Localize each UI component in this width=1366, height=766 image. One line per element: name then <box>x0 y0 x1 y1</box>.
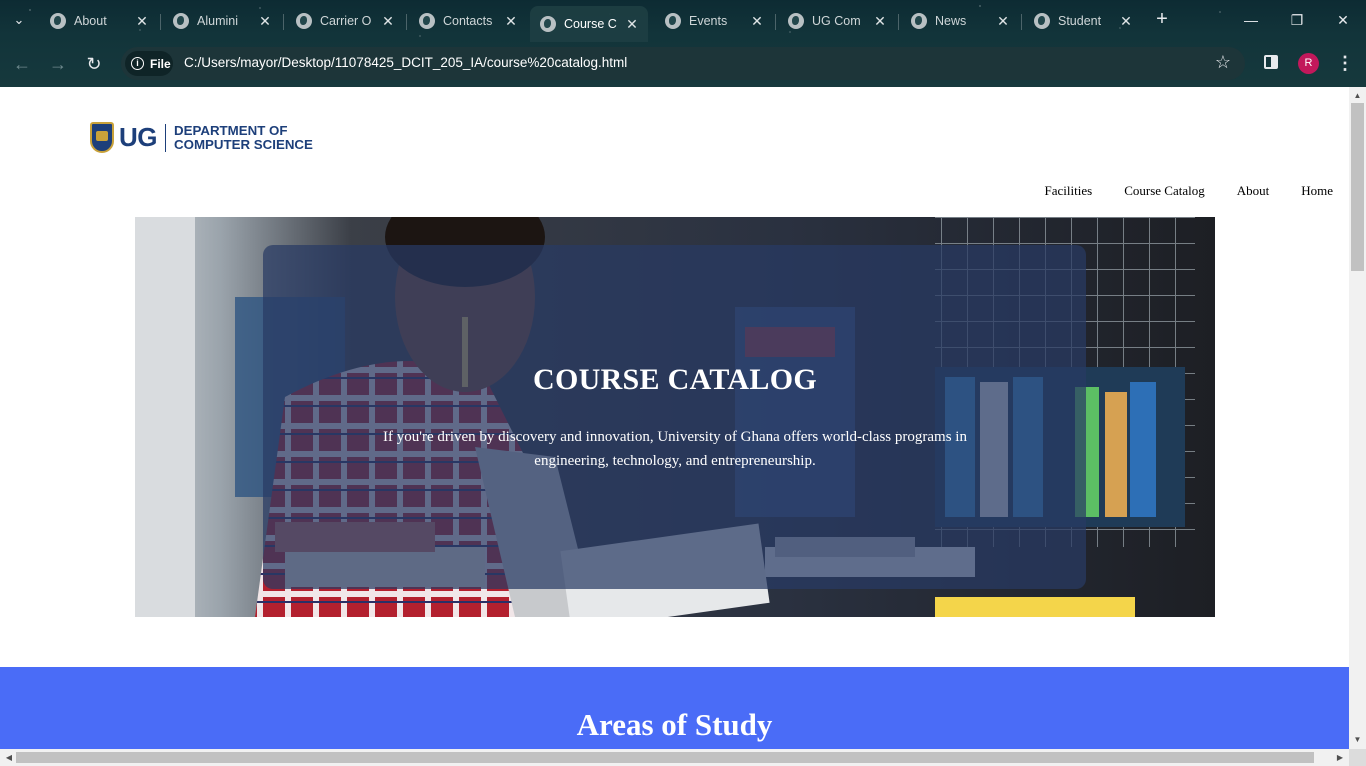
restore-icon: ❐ <box>1290 12 1304 28</box>
main-nav: Facilities Course Catalog About Home <box>1045 183 1333 199</box>
areas-of-study-heading: Areas of Study <box>576 707 773 742</box>
scroll-up-arrow-icon[interactable]: ▲ <box>1349 89 1366 103</box>
vertical-scrollbar[interactable]: ▲ ▼ <box>1349 87 1366 749</box>
tab-title: Events <box>689 14 728 28</box>
tab-title: Student <box>1058 14 1102 28</box>
tab-separator <box>283 14 284 30</box>
tab-news[interactable]: News ✕ <box>901 6 1019 36</box>
kebab-menu-icon[interactable]: ⋮ <box>1336 50 1354 76</box>
tab-title: Contacts <box>443 14 493 28</box>
nav-link-facilities[interactable]: Facilities <box>1045 183 1093 199</box>
horizontal-scrollbar[interactable]: ◀ ▶ <box>0 749 1349 766</box>
logo-line-2: COMPUTER SCIENCE <box>174 136 313 152</box>
close-icon[interactable]: ✕ <box>503 13 519 30</box>
close-icon[interactable]: ✕ <box>995 13 1011 30</box>
address-bar[interactable]: i File C:/Users/mayor/Desktop/11078425_D… <box>121 47 1245 80</box>
site-chip-label: File <box>150 56 171 71</box>
tab-separator <box>1021 14 1022 30</box>
hero-overlay-box <box>263 245 1086 589</box>
globe-icon <box>788 13 804 29</box>
areas-of-study-section: Areas of Study <box>0 667 1349 749</box>
tab-events[interactable]: Events ✕ <box>655 6 773 36</box>
scroll-right-arrow-icon[interactable]: ▶ <box>1333 749 1347 766</box>
tab-title: News <box>935 14 967 28</box>
university-crest-icon <box>90 122 114 153</box>
close-window-button[interactable]: ✕ <box>1328 8 1358 32</box>
close-icon[interactable]: ✕ <box>624 16 640 33</box>
tab-carrier[interactable]: Carrier O ✕ <box>286 6 404 36</box>
logo-department-name: DEPARTMENT OF COMPUTER SCIENCE <box>174 122 313 152</box>
tab-separator <box>160 14 161 30</box>
minimize-button[interactable]: — <box>1236 8 1266 32</box>
forward-button[interactable]: → <box>44 50 72 78</box>
avatar[interactable]: R <box>1298 53 1319 74</box>
arrow-left-icon: ← <box>13 54 31 74</box>
arrow-right-icon: → <box>49 54 67 74</box>
vertical-scroll-thumb[interactable] <box>1351 103 1364 271</box>
tab-separator <box>775 14 776 30</box>
close-icon[interactable]: ✕ <box>872 13 888 30</box>
tab-title: Carrier O <box>320 14 372 28</box>
restore-button[interactable]: ❐ <box>1282 8 1312 32</box>
tab-separator <box>898 14 899 30</box>
star-icon[interactable]: ☆ <box>1215 52 1231 73</box>
scrollbar-corner <box>1349 749 1366 766</box>
close-icon[interactable]: ✕ <box>1118 13 1134 30</box>
tab-title: About <box>74 14 107 28</box>
browser-chrome: ⌄ About ✕ Alumini ✕ Carrier O ✕ Contacts… <box>0 0 1366 87</box>
new-tab-button[interactable]: + <box>1150 8 1174 32</box>
tab-ug-com[interactable]: UG Com ✕ <box>778 6 896 36</box>
reload-button[interactable]: ↻ <box>80 50 108 78</box>
tab-alumini[interactable]: Alumini ✕ <box>163 6 281 36</box>
url-text[interactable]: C:/Users/mayor/Desktop/11078425_DCIT_205… <box>184 55 627 70</box>
logo-abbr: UG <box>119 122 158 152</box>
minimize-icon: — <box>1244 12 1258 28</box>
back-button[interactable]: ← <box>8 50 36 78</box>
tab-student[interactable]: Student ✕ <box>1024 6 1142 36</box>
globe-icon <box>296 13 312 29</box>
chevron-down-icon: ⌄ <box>13 12 25 27</box>
scroll-left-arrow-icon[interactable]: ◀ <box>2 749 16 766</box>
tab-search-button[interactable]: ⌄ <box>6 8 32 32</box>
logo-line-1: DEPARTMENT OF <box>174 122 288 138</box>
tab-strip: ⌄ About ✕ Alumini ✕ Carrier O ✕ Contacts… <box>0 0 1366 42</box>
globe-icon <box>173 13 189 29</box>
department-logo[interactable]: UG DEPARTMENT OF COMPUTER SCIENCE <box>90 122 313 153</box>
reload-icon: ↻ <box>86 54 102 74</box>
hero-description: If you're driven by discovery and innova… <box>383 429 967 469</box>
close-icon[interactable]: ✕ <box>749 13 765 30</box>
tab-course-catalog[interactable]: Course C ✕ <box>530 6 648 42</box>
page-viewport: UG DEPARTMENT OF COMPUTER SCIENCE Facili… <box>0 87 1349 749</box>
tab-title: Course C <box>564 17 617 31</box>
tab-separator <box>406 14 407 30</box>
browser-toolbar: ← → ↻ i File C:/Users/mayor/Desktop/1107… <box>0 42 1366 87</box>
nav-link-course-catalog[interactable]: Course Catalog <box>1124 183 1205 199</box>
close-icon[interactable]: ✕ <box>134 13 150 30</box>
globe-icon <box>419 13 435 29</box>
tab-title: Alumini <box>197 14 238 28</box>
tab-about[interactable]: About ✕ <box>40 6 158 36</box>
nav-link-about[interactable]: About <box>1237 183 1270 199</box>
scroll-down-arrow-icon[interactable]: ▼ <box>1349 733 1366 747</box>
page-title: COURSE CATALOG <box>533 363 817 396</box>
hero-banner: COURSE CATALOG If you're driven by disco… <box>135 217 1215 617</box>
globe-icon <box>540 16 556 32</box>
close-icon: ✕ <box>1337 12 1349 28</box>
globe-icon <box>1034 13 1050 29</box>
plus-icon: + <box>1156 8 1168 30</box>
tab-contacts[interactable]: Contacts ✕ <box>409 6 527 36</box>
tab-title: UG Com <box>812 14 861 28</box>
info-icon: i <box>131 57 144 70</box>
horizontal-scroll-thumb[interactable] <box>16 752 1314 763</box>
site-info-chip[interactable]: i File <box>125 51 173 76</box>
logo-divider <box>165 123 166 152</box>
nav-link-home[interactable]: Home <box>1301 183 1333 199</box>
close-icon[interactable]: ✕ <box>380 13 396 30</box>
side-panel-icon[interactable] <box>1264 55 1278 69</box>
globe-icon <box>911 13 927 29</box>
globe-icon <box>665 13 681 29</box>
globe-icon <box>50 13 66 29</box>
close-icon[interactable]: ✕ <box>257 13 273 30</box>
